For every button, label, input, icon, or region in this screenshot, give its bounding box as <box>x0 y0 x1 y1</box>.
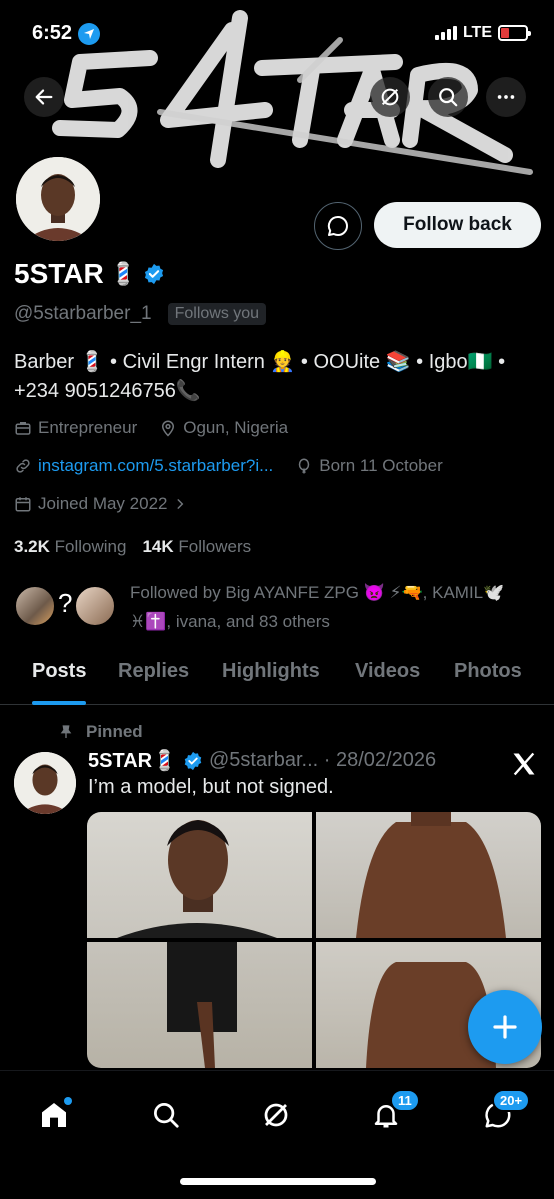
joined-label: Joined May 2022 <box>38 494 168 513</box>
category: Entrepreneur <box>14 418 137 438</box>
pinned-label: Pinned <box>58 722 143 742</box>
post-author-name[interactable]: 5STAR💈 <box>88 748 177 773</box>
website-link[interactable]: instagram.com/5.starbarber?i... <box>38 456 273 476</box>
category-label: Entrepreneur <box>38 418 138 437</box>
website[interactable]: instagram.com/5.starbarber?i... <box>14 456 273 476</box>
search-icon <box>439 88 458 107</box>
followed-by[interactable]: Followed by Big AYANFE ZPG 👿 ⚡🔫, KAMIL🕊️… <box>130 578 540 636</box>
tab-highlights[interactable]: Highlights <box>222 650 320 705</box>
grok-icon <box>381 88 399 106</box>
search-icon <box>154 1103 179 1128</box>
follows-you-badge: Follows you <box>167 303 267 325</box>
meta-row-3[interactable]: Joined May 2022 <box>14 494 187 514</box>
location-pin-icon <box>162 420 175 437</box>
meta-row-1: Entrepreneur Ogun, Nigeria <box>14 418 288 438</box>
bio-line-2[interactable]: +234 9051246756📞 <box>14 377 544 406</box>
tab-photos[interactable]: Photos <box>454 650 522 705</box>
profile-avatar[interactable] <box>12 153 104 245</box>
birthday: Born 11 October <box>295 456 443 476</box>
balloon-icon <box>299 458 310 474</box>
nav-messages[interactable]: 20+ <box>476 1089 531 1137</box>
briefcase-icon <box>15 422 31 435</box>
follower-avatar <box>14 585 56 627</box>
handle-row: @5starbarber_1 Follows you <box>14 303 267 325</box>
tab-videos[interactable]: Videos <box>355 650 420 705</box>
home-indicator[interactable] <box>180 1178 376 1185</box>
meta-row-2: instagram.com/5.starbarber?i... Born 11 … <box>14 456 443 476</box>
followed-by-line-1: Followed by Big AYANFE ZPG 👿 ⚡🔫, KAMIL🕊️ <box>130 583 505 602</box>
notifications-badge: 11 <box>390 1089 420 1112</box>
follow-back-button[interactable]: Follow back <box>374 202 541 248</box>
pin-icon <box>60 725 72 738</box>
more-icon <box>497 95 515 99</box>
handle: @5starbarber_1 <box>14 303 152 324</box>
follow-counts: 3.2K Following 14K Followers <box>14 537 251 557</box>
chevron-right-icon <box>178 499 184 509</box>
follower-avatar <box>74 585 116 627</box>
pinned-text: Pinned <box>86 722 143 741</box>
bio: Barber 💈 • Civil Engr Intern 👷 • OOUite … <box>14 348 544 406</box>
location: Ogun, Nigeria <box>159 418 288 438</box>
profile-tabs: Posts Replies Highlights Videos Photos <box>0 650 554 705</box>
profile-name: 5STAR 💈 <box>14 258 165 290</box>
more-button[interactable] <box>486 77 526 117</box>
nav-grok[interactable] <box>254 1093 298 1137</box>
name-emoji: 💈 <box>109 261 138 286</box>
bio-line-1: Barber 💈 • Civil Engr Intern 👷 • OOUite … <box>14 351 506 373</box>
display-name: 5STAR <box>14 258 104 289</box>
message-icon <box>327 215 348 236</box>
link-icon <box>16 459 30 473</box>
following-count[interactable]: 3.2K Following <box>14 537 126 557</box>
verified-badge-icon[interactable] <box>143 263 165 285</box>
post-text: I’m a model, but not signed. <box>88 776 334 798</box>
post-avatar[interactable] <box>14 752 76 814</box>
birthday-label: Born 11 October <box>319 456 443 475</box>
search-button[interactable] <box>428 77 468 117</box>
x-logo-icon[interactable] <box>510 750 538 783</box>
post-header: 5STAR💈 @5starbar... · 28/02/2026 <box>88 748 436 773</box>
nav-home[interactable] <box>32 1093 76 1137</box>
joined[interactable]: Joined May 2022 <box>14 494 187 514</box>
calendar-icon <box>15 497 31 512</box>
post-photo[interactable] <box>87 942 312 1068</box>
followers-count[interactable]: 14K Followers <box>142 537 251 557</box>
post-photo[interactable] <box>87 812 312 938</box>
post-meta: @5starbar... · 28/02/2026 <box>208 749 437 771</box>
post-photo[interactable] <box>316 812 541 938</box>
tab-posts[interactable]: Posts <box>32 650 87 705</box>
tab-replies[interactable]: Replies <box>118 650 189 705</box>
arrow-left-icon <box>35 89 53 105</box>
verified-badge-icon <box>184 751 202 770</box>
plus-icon <box>493 1015 517 1039</box>
compose-button[interactable] <box>468 990 542 1064</box>
followed-by-line-2: ♓✝️, ivana, and 83 others <box>130 612 330 631</box>
grok-icon <box>264 1103 288 1127</box>
message-button[interactable] <box>314 202 362 250</box>
question-mark-icon: ? <box>58 588 73 618</box>
messages-badge: 20+ <box>492 1089 531 1112</box>
nav-search[interactable] <box>144 1093 188 1137</box>
nav-notifications[interactable]: 11 <box>364 1089 420 1137</box>
home-unread-dot <box>64 1097 72 1105</box>
grok-button[interactable] <box>370 77 410 117</box>
location-label: Ogun, Nigeria <box>183 418 289 437</box>
back-button[interactable] <box>24 77 64 117</box>
